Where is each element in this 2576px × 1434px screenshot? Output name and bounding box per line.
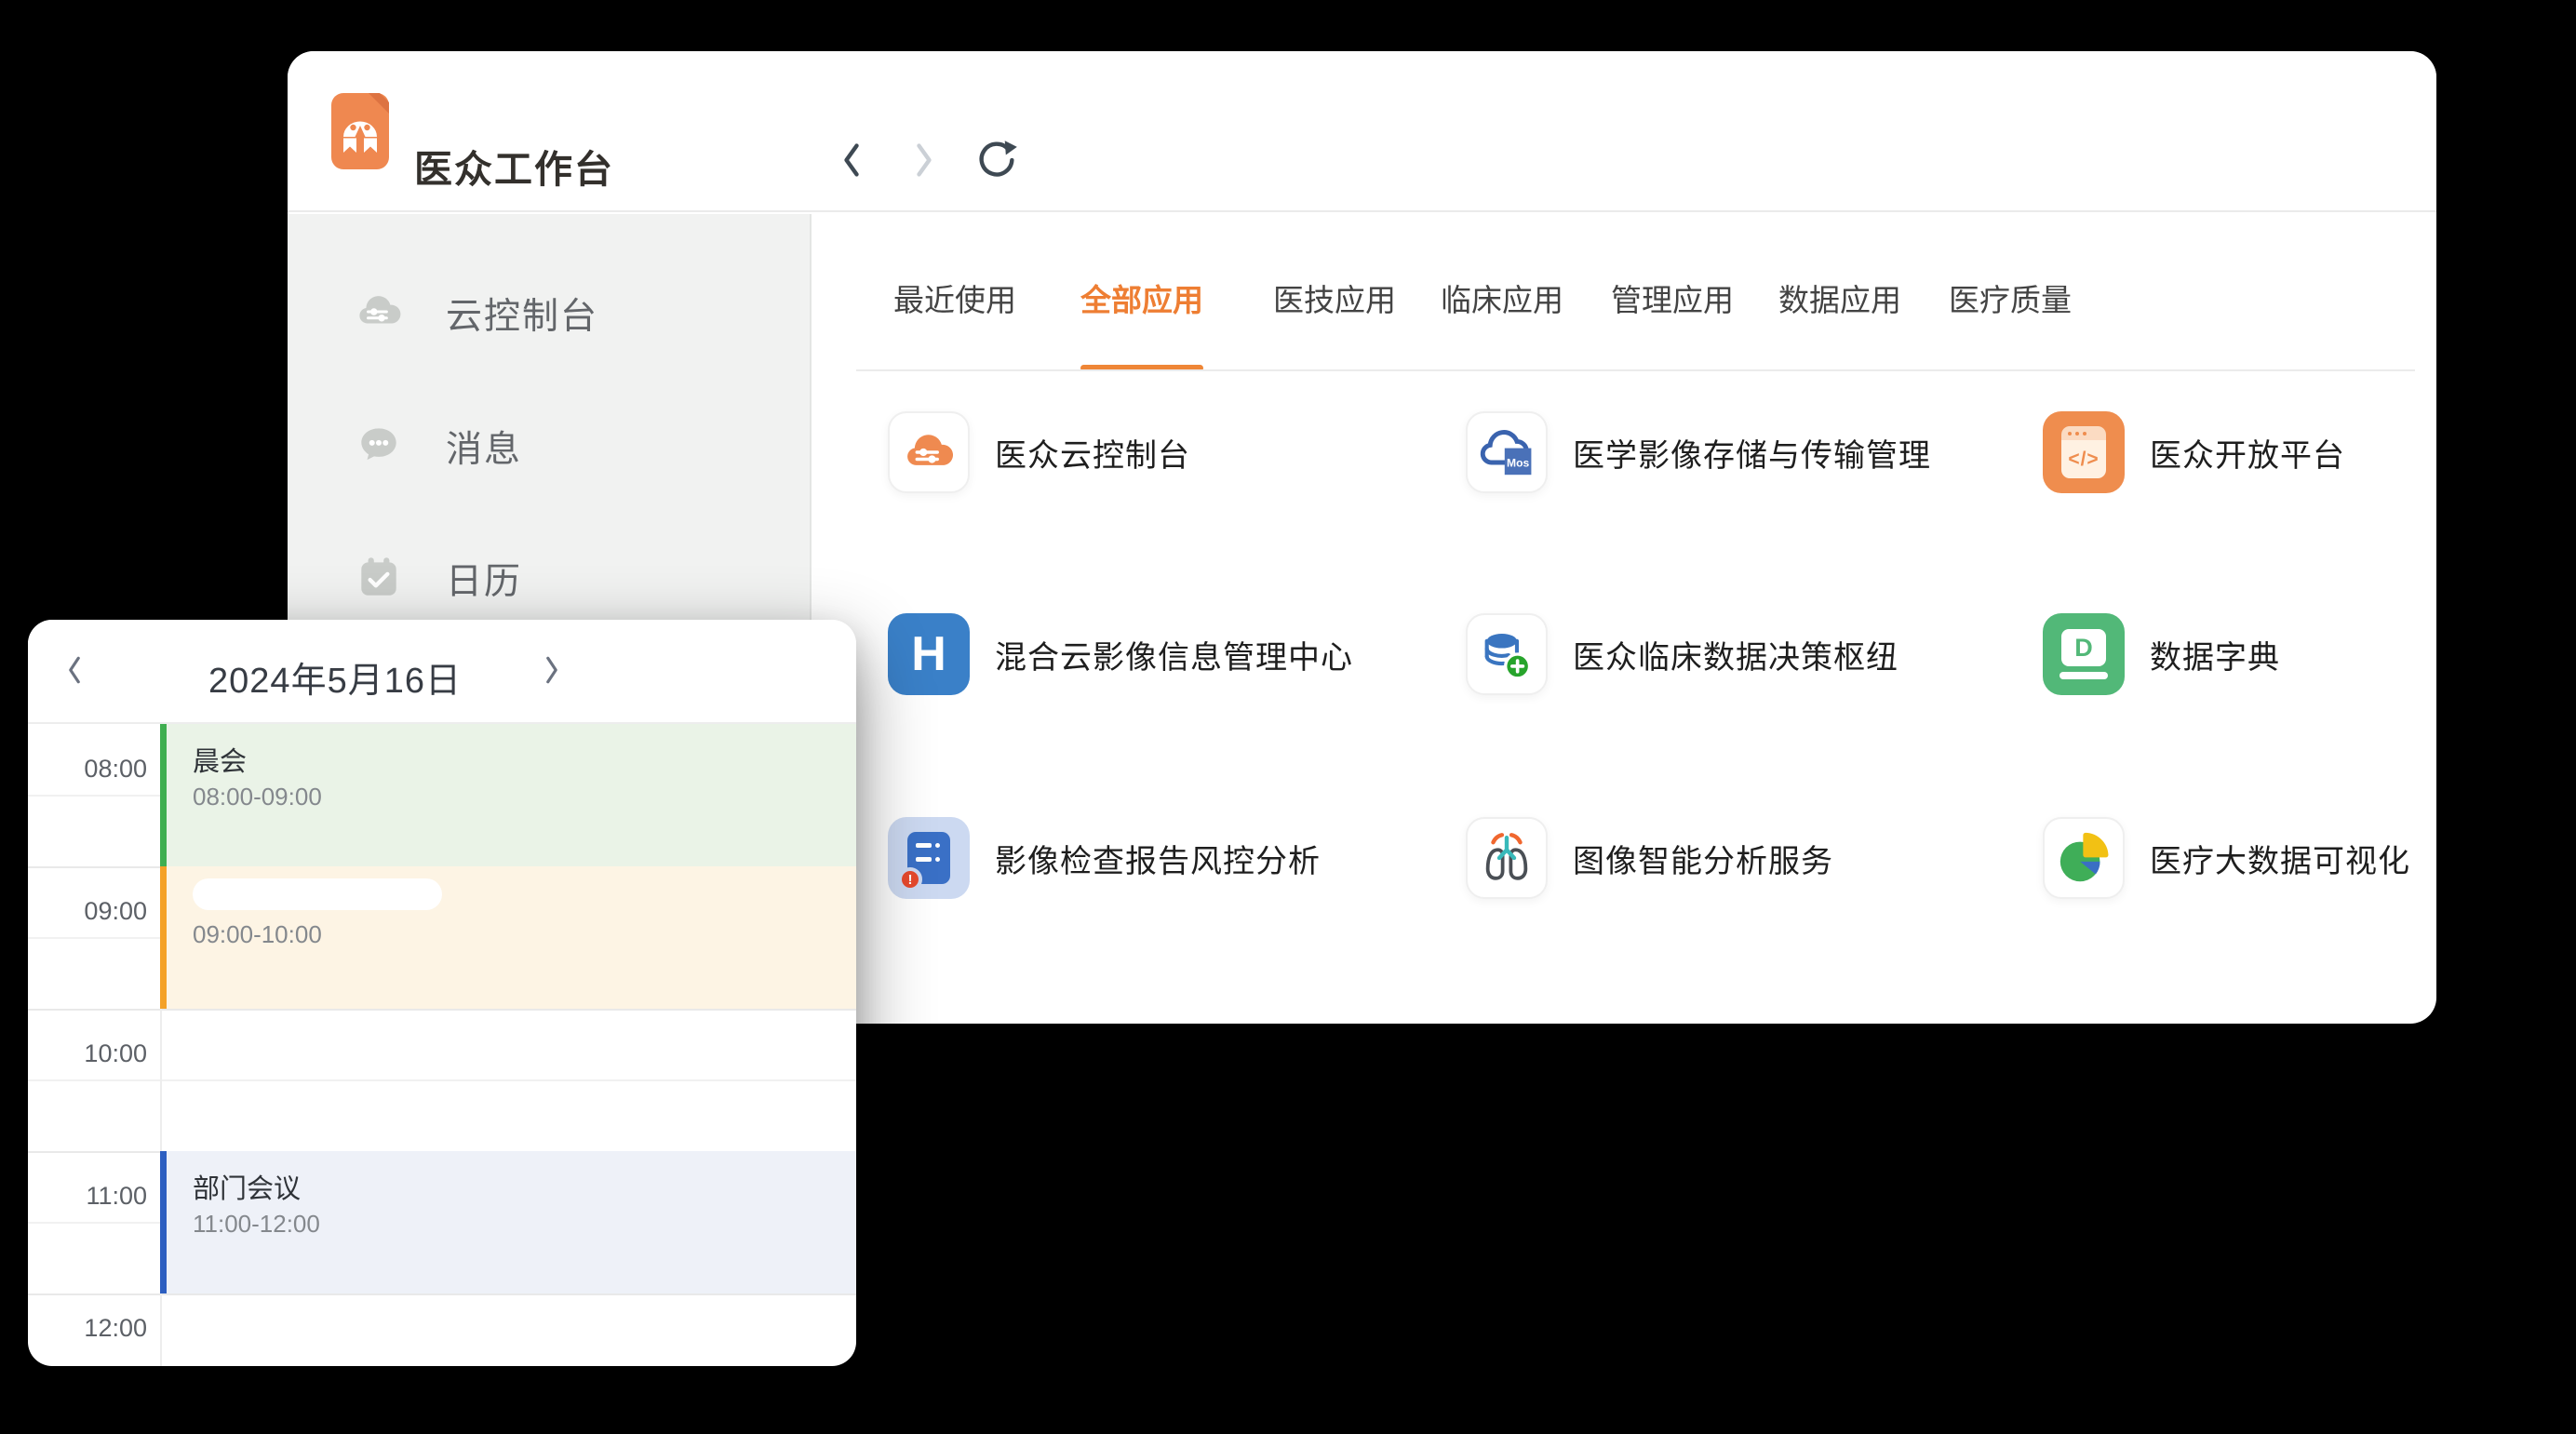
tab-management-apps[interactable]: 管理应用 <box>1611 275 1734 320</box>
app-big-data-visualization[interactable]: 医疗大数据可视化 <box>2043 817 2410 899</box>
refresh-icon <box>974 138 1019 185</box>
blue-cloud-mos-icon: Mos <box>1466 411 1548 493</box>
calendar-prev-day-button[interactable] <box>51 648 98 694</box>
app-cloud-console[interactable]: 医众云控制台 <box>888 411 1190 493</box>
hour-gridline <box>28 1009 856 1011</box>
event-title: 部门会议 <box>193 1167 301 1206</box>
app-label: 医学影像存储与传输管理 <box>1573 430 1931 476</box>
event-color-bar <box>160 1151 167 1293</box>
event-time: 08:00-09:00 <box>193 783 322 811</box>
app-label: 医众云控制台 <box>995 430 1190 476</box>
tab-data-apps[interactable]: 数据应用 <box>1778 275 1901 320</box>
app-open-platform[interactable]: </> 医众开放平台 <box>2043 411 2345 493</box>
h-letter: H <box>911 626 946 682</box>
time-label: 11:00 <box>28 1182 147 1211</box>
event-time: 09:00-10:00 <box>193 920 322 949</box>
dictionary-letter: D <box>2061 629 2106 666</box>
orange-code-window-icon: </> <box>2043 411 2125 493</box>
app-label: 影像检查报告风控分析 <box>995 836 1321 881</box>
sidebar-item-calendar[interactable]: 日历 <box>354 542 522 616</box>
chevron-left-icon <box>63 653 86 690</box>
calendar-popup: 2024年5月16日 08:00 09:00 10:00 11:00 12: <box>28 620 856 1366</box>
window-header: 医众工作台 <box>288 51 2436 212</box>
time-label: 12:00 <box>28 1314 147 1343</box>
exclamation-badge: ! <box>898 867 922 891</box>
sidebar-item-label: 消息 <box>446 421 522 473</box>
sidebar-item-label: 云控制台 <box>446 288 598 340</box>
app-image-ai-analysis[interactable]: 图像智能分析服务 <box>1466 817 1833 899</box>
app-label: 混合云影像信息管理中心 <box>995 632 1353 677</box>
chevron-right-icon <box>910 140 938 183</box>
cloud-settings-icon <box>354 287 404 342</box>
svg-text:Mos: Mos <box>1507 456 1529 469</box>
app-logo-icon <box>331 93 389 169</box>
event-color-bar <box>160 866 167 1009</box>
event-color-bar <box>160 724 167 866</box>
event-redacted[interactable]: 09:00-10:00 <box>160 866 856 1009</box>
tab-medtech-apps[interactable]: 医技应用 <box>1273 275 1396 320</box>
window-title: 医众工作台 <box>414 138 614 194</box>
time-label: 08:00 <box>28 755 147 784</box>
back-button[interactable] <box>827 137 876 185</box>
pie-chart-icon <box>2043 817 2125 899</box>
calendar-header: 2024年5月16日 <box>28 620 856 724</box>
app-label: 医疗大数据可视化 <box>2150 836 2410 881</box>
event-title: 晨会 <box>193 740 247 779</box>
app-clinical-data-hub[interactable]: 医众临床数据决策枢纽 <box>1466 613 1898 695</box>
app-hybrid-cloud-imaging[interactable]: H 混合云影像信息管理中心 <box>888 613 1353 695</box>
tabs-divider <box>856 369 2415 371</box>
refresh-button[interactable] <box>973 137 1021 185</box>
app-data-dictionary[interactable]: D 数据字典 <box>2043 613 2280 695</box>
tab-recent[interactable]: 最近使用 <box>893 275 1016 320</box>
database-plus-icon <box>1466 613 1548 695</box>
event-morning-meeting[interactable]: 晨会 08:00-09:00 <box>160 724 856 866</box>
sidebar-item-cloud-console[interactable]: 云控制台 <box>354 276 598 351</box>
screenshot-canvas: 医众工作台 <box>0 0 2576 1434</box>
calendar-next-day-button[interactable] <box>529 648 575 694</box>
time-label: 10:00 <box>28 1039 147 1068</box>
message-bubble-icon <box>354 420 404 475</box>
app-label: 医众临床数据决策枢纽 <box>1573 632 1898 677</box>
app-label: 数据字典 <box>2150 632 2280 677</box>
lungs-ai-icon <box>1466 817 1548 899</box>
report-risk-alert-icon: ! <box>888 817 970 899</box>
event-department-meeting[interactable]: 部门会议 11:00-12:00 <box>160 1151 856 1293</box>
app-report-risk-analysis[interactable]: ! 影像检查报告风控分析 <box>888 817 1321 899</box>
half-hour-gridline <box>28 1079 856 1081</box>
chevron-right-icon <box>541 653 563 690</box>
sidebar-item-label: 日历 <box>446 553 522 605</box>
code-glyph: </> <box>2061 440 2106 478</box>
event-time: 11:00-12:00 <box>193 1210 320 1239</box>
hour-gridline <box>28 1293 856 1295</box>
calendar-check-icon <box>354 552 404 607</box>
app-label: 医众开放平台 <box>2150 430 2345 476</box>
tab-medical-quality[interactable]: 医疗质量 <box>1949 275 2072 320</box>
sidebar-item-messages[interactable]: 消息 <box>354 409 522 484</box>
chevron-left-icon <box>838 140 865 183</box>
green-dictionary-book-icon: D <box>2043 613 2125 695</box>
tab-clinical-apps[interactable]: 临床应用 <box>1441 275 1563 320</box>
event-title-redacted-pill <box>193 878 442 910</box>
forward-button[interactable] <box>900 137 948 185</box>
orange-cloud-sliders-icon <box>888 411 970 493</box>
blue-h-square-icon: H <box>888 613 970 695</box>
day-schedule: 08:00 09:00 10:00 11:00 12:00 晨会 08:00-0… <box>28 724 856 1366</box>
app-imaging-storage[interactable]: Mos 医学影像存储与传输管理 <box>1466 411 1931 493</box>
calendar-date-label: 2024年5月16日 <box>177 651 493 703</box>
app-label: 图像智能分析服务 <box>1573 836 1833 881</box>
time-label: 09:00 <box>28 897 147 926</box>
tab-all-apps[interactable]: 全部应用 <box>1080 275 1203 320</box>
